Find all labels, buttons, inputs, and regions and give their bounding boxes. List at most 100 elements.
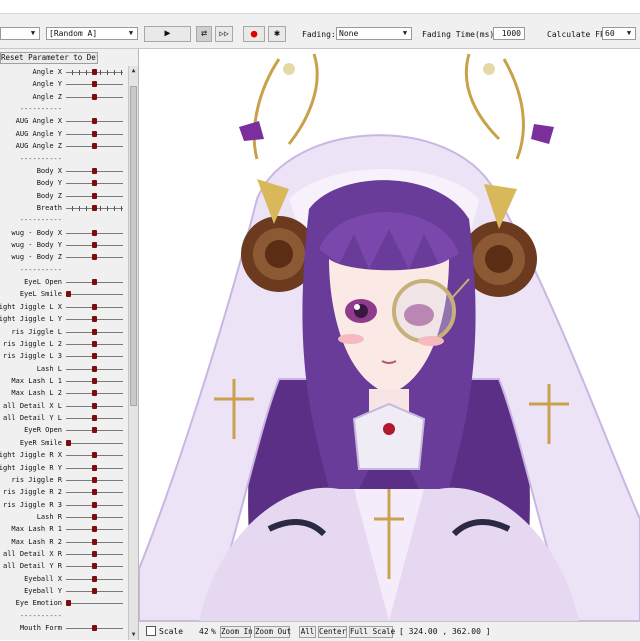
parameter-slider-knob[interactable] xyxy=(92,118,97,125)
parameter-slider-knob[interactable] xyxy=(92,464,97,471)
parameter-row: ight Jiggle R X xyxy=(0,449,128,461)
parameter-slider-knob[interactable] xyxy=(92,476,97,483)
loop-icon: ⇄ xyxy=(200,28,208,39)
parameter-slider-track[interactable] xyxy=(66,294,123,296)
parameter-slider-knob[interactable] xyxy=(92,130,97,137)
parameter-row: EyeL Smile xyxy=(0,288,128,300)
parameter-slider-knob[interactable] xyxy=(92,575,97,582)
center-button[interactable]: Center xyxy=(318,626,347,638)
parameter-label: Eyeball Y xyxy=(24,587,62,596)
parameter-slider-knob[interactable] xyxy=(66,600,71,607)
parameter-row: EyeR Open xyxy=(0,424,128,436)
parameter-slider-knob[interactable] xyxy=(92,402,97,409)
skip-button[interactable]: ▷▷ xyxy=(215,26,233,42)
parameter-slider-knob[interactable] xyxy=(92,167,97,174)
parameter-slider-knob[interactable] xyxy=(92,563,97,570)
skip-icon: ▷▷ xyxy=(219,29,229,38)
parameter-row: Eyeball X xyxy=(0,573,128,585)
parameter-slider-knob[interactable] xyxy=(92,526,97,533)
scrollbar-thumb[interactable] xyxy=(130,86,137,406)
loop-toggle[interactable]: ⇄ xyxy=(196,26,212,42)
keyframe-tick xyxy=(79,70,80,75)
parameter-slider-knob[interactable] xyxy=(92,588,97,595)
parameter-slider-track[interactable] xyxy=(66,442,123,444)
parameter-slider-knob[interactable] xyxy=(92,69,97,75)
parameter-label: ris Jiggle R 3 xyxy=(2,500,62,509)
parameter-slider-knob[interactable] xyxy=(92,551,97,558)
parameter-row: Mouth Form xyxy=(0,622,128,634)
parameter-slider-knob[interactable] xyxy=(92,81,97,88)
parameter-row: ---------- xyxy=(0,610,128,622)
preset-select-value: [Random A] xyxy=(49,29,98,38)
keyframe-tick xyxy=(107,70,108,75)
parameter-row: wug - Body Y xyxy=(0,239,128,251)
parameter-label: Max Lash L 1 xyxy=(11,376,62,385)
zoom-in-button[interactable]: Zoom In xyxy=(220,626,253,638)
parameter-label: Body Z xyxy=(36,191,62,200)
parameter-slider-knob[interactable] xyxy=(92,242,97,249)
fading-select[interactable]: None ▼ xyxy=(336,27,412,40)
parameter-slider-knob[interactable] xyxy=(92,365,97,372)
parameter-scrollbar[interactable]: ▲ ▼ xyxy=(128,66,138,640)
all-button[interactable]: All xyxy=(299,626,316,638)
scale-checkbox[interactable] xyxy=(146,626,156,636)
parameter-slider-knob[interactable] xyxy=(92,427,97,434)
parameter-slider-knob[interactable] xyxy=(92,204,97,211)
parameter-slider-knob[interactable] xyxy=(92,415,97,422)
parameter-row: ---------- xyxy=(0,103,128,115)
full-scale-button[interactable]: Full Scale xyxy=(349,626,395,638)
parameter-row: all Detail Y R xyxy=(0,560,128,572)
scroll-up-icon[interactable]: ▲ xyxy=(129,66,138,76)
parameter-row: ight Jiggle R Y xyxy=(0,462,128,474)
scroll-down-icon[interactable]: ▼ xyxy=(129,630,138,640)
zoom-out-button[interactable]: Zoom Out xyxy=(254,626,291,638)
parameter-slider-knob[interactable] xyxy=(66,439,71,446)
parameter-label: Lash R xyxy=(36,512,62,521)
parameter-label: Eye Emotion xyxy=(15,599,62,608)
parameter-label: ris Jiggle L xyxy=(11,327,62,336)
preset-select[interactable]: [Random A] ▼ xyxy=(46,27,138,40)
play-button[interactable]: ▶ xyxy=(144,26,191,42)
toolbar: ▼ [Random A] ▼ ▶ ⇄ ▷▷ ● ✱ Fading: None ▼… xyxy=(0,14,640,49)
parameter-label: EyeR Smile xyxy=(19,438,62,447)
parameter-slider-knob[interactable] xyxy=(92,390,97,397)
parameter-slider-knob[interactable] xyxy=(92,538,97,545)
zoom-unit: % xyxy=(211,627,216,636)
keyframe-tick xyxy=(114,205,115,211)
parameter-slider-knob[interactable] xyxy=(92,279,97,286)
parameter-label: Lash L xyxy=(36,364,62,373)
parameter-slider-knob[interactable] xyxy=(92,316,97,323)
parameter-slider-knob[interactable] xyxy=(92,353,97,360)
fps-select[interactable]: 60 ▼ xyxy=(602,27,636,40)
parameter-slider-knob[interactable] xyxy=(92,340,97,347)
parameter-row: wug - Body Z xyxy=(0,251,128,263)
parameter-slider-knob[interactable] xyxy=(66,291,71,298)
parameter-row: EyeL Open xyxy=(0,276,128,288)
parameter-slider-knob[interactable] xyxy=(92,93,97,100)
parameter-slider-knob[interactable] xyxy=(92,254,97,261)
record-icon: ● xyxy=(250,27,258,40)
settings-button[interactable]: ✱ xyxy=(268,26,286,42)
keyframe-tick xyxy=(121,70,122,75)
parameter-slider-knob[interactable] xyxy=(92,501,97,508)
parameter-slider-knob[interactable] xyxy=(92,180,97,187)
parameter-slider-knob[interactable] xyxy=(92,229,97,236)
parameter-slider-knob[interactable] xyxy=(92,513,97,520)
record-button[interactable]: ● xyxy=(243,26,265,42)
parameter-slider-knob[interactable] xyxy=(92,328,97,335)
parameter-slider-knob[interactable] xyxy=(92,489,97,496)
model-viewport[interactable] xyxy=(139,49,640,621)
reset-parameters-button[interactable]: Reset Parameter to Default xyxy=(0,52,98,64)
motion-select[interactable]: ▼ xyxy=(0,27,40,40)
parameter-slider-knob[interactable] xyxy=(92,452,97,459)
parameter-slider-knob[interactable] xyxy=(92,625,97,632)
parameter-separator: ---------- xyxy=(19,154,62,163)
fading-time-input[interactable]: 1000 xyxy=(493,27,525,40)
parameter-slider-track[interactable] xyxy=(66,603,123,605)
all-label: All xyxy=(300,627,315,636)
parameter-slider-knob[interactable] xyxy=(92,303,97,310)
parameter-slider-knob[interactable] xyxy=(92,143,97,150)
parameter-slider-knob[interactable] xyxy=(92,192,97,199)
parameter-slider-knob[interactable] xyxy=(92,377,97,384)
parameter-label: EyeL Smile xyxy=(19,290,62,299)
